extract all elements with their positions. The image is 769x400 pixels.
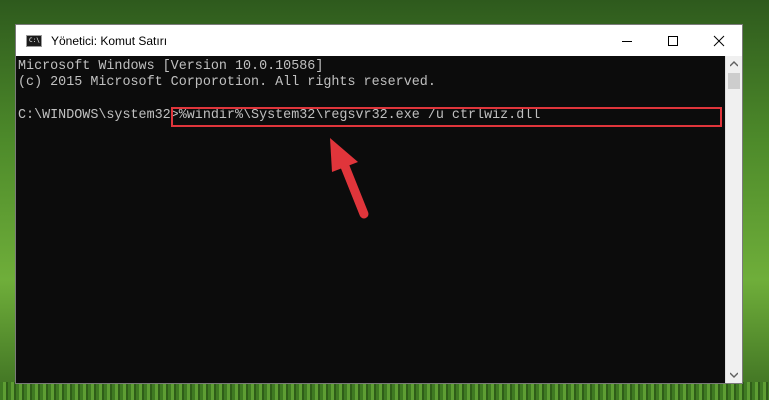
command-highlight-box [171,107,722,127]
command-prompt-window: C:\ Yönetici: Komut Satırı Microsoft Win… [15,24,743,384]
minimize-button[interactable] [604,25,650,56]
scroll-up-icon [730,61,738,67]
maximize-icon [668,35,678,46]
vertical-scrollbar[interactable] [725,56,742,383]
console-line-version: Microsoft Windows [Version 10.0.10586] [18,59,324,74]
scroll-up-button[interactable] [726,56,742,72]
red-arrow-icon [330,138,369,219]
close-icon [713,35,725,46]
maximize-button[interactable] [650,25,696,56]
desktop-background [0,382,769,400]
close-button[interactable] [696,25,742,56]
title-bar[interactable]: C:\ Yönetici: Komut Satırı [16,25,742,56]
scroll-down-icon [730,372,738,378]
cmd-icon-text: C:\ [29,36,40,44]
scroll-thumb[interactable] [728,73,740,89]
scroll-down-button[interactable] [726,367,742,383]
window-title: Yönetici: Komut Satırı [51,33,168,48]
cmd-icon: C:\ [26,34,42,47]
minimize-icon [622,40,632,42]
console-line-copyright: (c) 2015 Microsoft Corporotion. All righ… [18,75,436,90]
console-prompt: C:\WINDOWS\system32> [18,108,179,123]
